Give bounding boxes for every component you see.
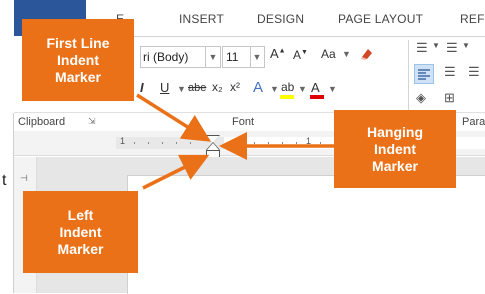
font-size-dropdown-icon[interactable]: ▼ (250, 46, 265, 68)
hanging-indent-callout-text: Hanging Indent Marker (367, 123, 423, 174)
text-effects-dropdown-icon[interactable]: ▼ (270, 84, 279, 94)
font-name-combobox[interactable]: ri (Body) (140, 46, 206, 68)
document-page[interactable] (127, 175, 485, 294)
highlight-button[interactable]: ab (281, 80, 294, 94)
shading-icon[interactable]: ◈ (416, 90, 426, 106)
ruler-number: 1 (120, 136, 126, 146)
ruler-tick (282, 142, 283, 144)
grow-font-label: A (270, 46, 279, 61)
ruler-tick (176, 142, 177, 144)
vertical-ruler-mark: ⊣ (20, 173, 28, 183)
ruler-tick (162, 142, 163, 144)
paragraph-group: ☰ ▼ ☰ ▼ ☰ ☰ ◈ ⊞ (412, 40, 485, 110)
underline-dropdown-icon[interactable]: ▼ (177, 84, 186, 94)
font-name-dropdown-icon[interactable]: ▼ (206, 46, 221, 68)
ruler-tick (148, 142, 149, 144)
left-indent-callout-text: Left Indent Marker (57, 206, 104, 257)
tab-page-layout[interactable]: PAGE LAYOUT (338, 12, 423, 26)
ruler-tick (268, 142, 269, 144)
font-size-combobox[interactable]: 11 (222, 46, 251, 68)
first-line-indent-callout: First Line Indent Marker (22, 19, 134, 101)
bullets-icon[interactable]: ☰ (416, 40, 428, 56)
ruler-number: 1 (306, 136, 312, 146)
tab-references[interactable]: REF (460, 12, 485, 26)
align-right-icon[interactable]: ☰ (468, 64, 480, 80)
first-line-indent-callout-text: First Line Indent Marker (46, 34, 110, 85)
group-separator (408, 40, 409, 112)
ruler-tick (254, 142, 255, 144)
tab-design[interactable]: DESIGN (257, 12, 304, 26)
clear-formatting-icon[interactable] (359, 46, 375, 65)
hanging-indent-callout: Hanging Indent Marker (334, 110, 456, 188)
change-case-dropdown-icon[interactable]: ▼ (342, 49, 351, 59)
left-indent-callout: Left Indent Marker (23, 191, 138, 273)
font-color-bar (310, 95, 324, 99)
subscript-button[interactable]: x₂ (212, 80, 223, 94)
clipboard-group-label: Clipboard (18, 116, 66, 128)
left-edge (0, 0, 14, 293)
grow-font-button[interactable]: A▲ (270, 46, 286, 61)
strikethrough-button[interactable]: abe (188, 82, 206, 94)
shrink-font-label: A (293, 48, 302, 62)
font-group-label: Font (232, 116, 255, 128)
shrink-font-button[interactable]: A▼ (293, 48, 308, 62)
ruler-tick (320, 142, 321, 144)
bullets-dropdown-icon[interactable]: ▼ (432, 41, 440, 50)
left-edge-line (13, 113, 14, 293)
ribbon-tabs: E INSERT DESIGN PAGE LAYOUT REF (86, 0, 485, 37)
highlight-color-bar (280, 95, 294, 99)
numbering-icon[interactable]: ☰ (446, 40, 458, 56)
ruler-tick (134, 142, 135, 144)
font-color-dropdown-icon[interactable]: ▼ (328, 84, 337, 94)
align-left-icon[interactable] (414, 64, 434, 84)
text-effects-button[interactable]: A (253, 79, 263, 96)
italic-button[interactable]: I (140, 80, 144, 95)
ruler-tick (190, 142, 191, 144)
clipboard-launcher-icon[interactable]: ⇲ (88, 116, 96, 127)
underline-button[interactable]: U (160, 80, 169, 95)
highlight-dropdown-icon[interactable]: ▼ (298, 84, 307, 94)
tab-insert[interactable]: INSERT (179, 12, 224, 26)
hanging-indent-marker[interactable] (207, 143, 219, 150)
superscript-button[interactable]: x² (230, 80, 240, 94)
ruler-tick (296, 142, 297, 144)
change-case-button[interactable]: Aa (321, 47, 336, 61)
document-text-fragment: t (2, 172, 7, 189)
paragraph-group-label: Para (462, 116, 485, 128)
numbering-dropdown-icon[interactable]: ▼ (462, 41, 470, 50)
borders-icon[interactable]: ⊞ (444, 90, 455, 106)
align-center-icon[interactable]: ☰ (444, 64, 456, 80)
font-color-button[interactable]: A (311, 80, 320, 95)
